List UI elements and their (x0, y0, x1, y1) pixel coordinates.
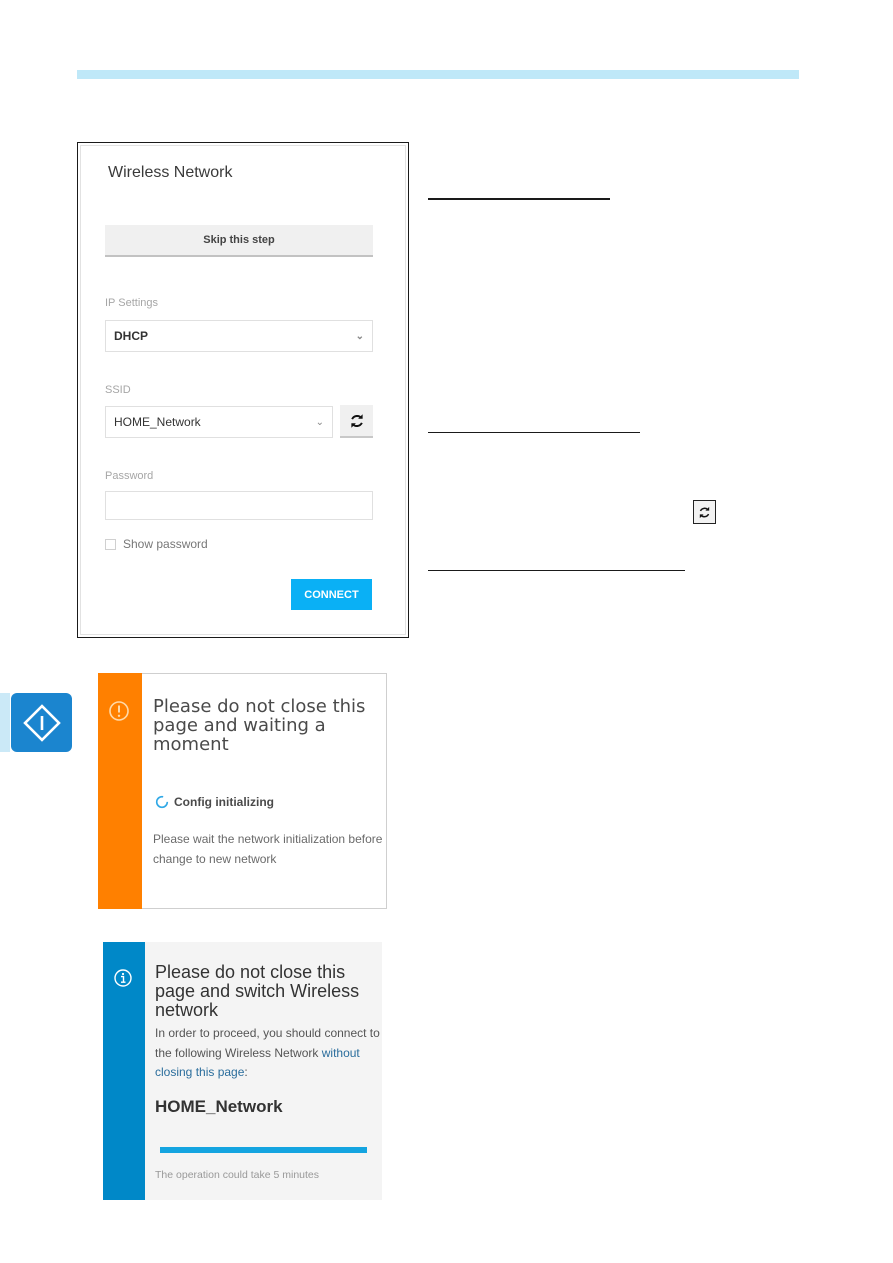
side-tab-badge (11, 693, 72, 752)
refresh-icon (693, 500, 716, 524)
description-suffix: : (244, 1065, 248, 1079)
chevron-down-icon: ⌄ (355, 330, 364, 342)
diamond-info-icon (22, 703, 61, 742)
connect-button[interactable]: CONNECT (291, 579, 372, 610)
section-rule (428, 570, 685, 571)
config-status-text: Config initializing (174, 795, 274, 809)
header-band (77, 70, 799, 79)
show-password-label: Show password (123, 537, 208, 551)
refresh-ssid-button[interactable] (340, 405, 373, 438)
section-rule (428, 432, 640, 433)
show-password-toggle[interactable]: Show password (105, 537, 208, 551)
panel-title: Wireless Network (108, 164, 233, 181)
progress-bar (160, 1147, 367, 1153)
ip-settings-value: DHCP (114, 329, 149, 343)
ip-settings-label: IP Settings (105, 297, 158, 309)
info-circle-icon (113, 968, 133, 993)
refresh-icon (350, 413, 363, 428)
show-password-checkbox[interactable] (105, 538, 116, 550)
exclamation-circle-icon (108, 700, 130, 727)
side-tab-strip (0, 693, 10, 752)
section-rule (428, 198, 610, 200)
operation-note: The operation could take 5 minutes (155, 1169, 320, 1181)
chevron-down-icon: ⌄ (315, 416, 324, 428)
target-network-name: HOME_Network (155, 1097, 283, 1116)
password-label: Password (105, 470, 154, 482)
spinner-icon (155, 795, 169, 809)
ssid-label: SSID (105, 384, 131, 396)
ssid-value: HOME_Network (114, 415, 201, 429)
switch-title: Please do not close this page and switch… (155, 962, 360, 1020)
progress-fill (160, 1147, 367, 1153)
alert-title: Please do not close this page and waitin… (153, 696, 366, 755)
alert-description: Please wait the network initialization b… (153, 832, 383, 866)
ip-settings-select[interactable]: DHCP ⌄ (105, 320, 373, 352)
ssid-select[interactable]: HOME_Network ⌄ (105, 406, 333, 438)
password-input[interactable] (105, 491, 373, 520)
config-status: Config initializing (155, 795, 274, 809)
skip-step-button[interactable]: Skip this step (105, 225, 373, 257)
switch-description: In order to proceed, you should connect … (155, 1024, 380, 1083)
